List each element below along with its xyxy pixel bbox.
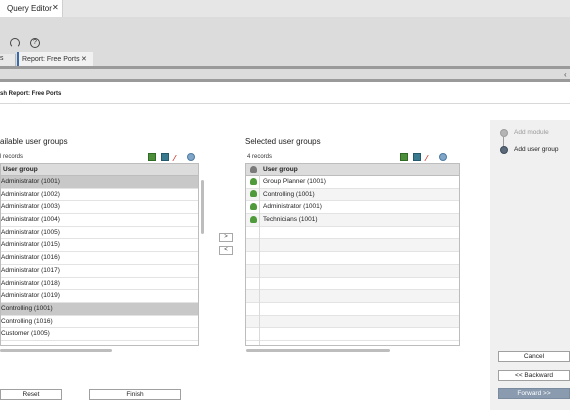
csv-export-icon[interactable]	[412, 153, 421, 161]
available-groups-title: ailable user groups	[0, 137, 68, 146]
user-group-label: Controlling (1016)	[1, 317, 53, 325]
toolbar	[0, 17, 570, 80]
horizontal-scrollbar[interactable]	[246, 349, 390, 352]
wizard-steps-panel	[490, 120, 570, 410]
backward-button[interactable]: << Backward	[498, 370, 570, 381]
wizard-title: sh Report: Free Ports	[0, 91, 62, 97]
refresh-icon[interactable]	[10, 38, 20, 48]
user-group-label: Customer (1005)	[1, 330, 50, 338]
user-group-label: Administrator (1002)	[1, 190, 60, 198]
divider	[0, 79, 570, 82]
available-record-count: l records	[0, 154, 24, 160]
table-row[interactable]: Administrator (1018)	[1, 278, 198, 291]
user-group-label: Administrator (1015)	[1, 241, 60, 249]
chevron-left-icon[interactable]: ‹	[564, 70, 567, 79]
available-groups-grid: User group Administrator (1001) Administr…	[0, 163, 199, 346]
table-row[interactable]: Administrator (1002)	[1, 189, 198, 202]
table-row[interactable]: Controlling (1001)	[1, 302, 198, 316]
column-header-label: User group	[3, 166, 38, 173]
table-row[interactable]: Administrator (1001)	[1, 176, 198, 189]
empty-row	[246, 303, 459, 316]
selected-groups-grid: User group Group Planner (1001) Controlli…	[245, 163, 460, 346]
table-row[interactable]: Technicians (1001)	[246, 214, 459, 227]
table-row[interactable]: Customer (1005)	[1, 328, 198, 341]
step-done-icon	[500, 129, 508, 137]
tab-report-free-ports-label: Report: Free Ports	[22, 56, 80, 63]
horizontal-scrollbar[interactable]	[0, 349, 112, 352]
table-row[interactable]: Administrator (1003)	[1, 201, 198, 215]
tab-strip	[0, 0, 570, 17]
tab-query-editor-label: Query Editor	[7, 4, 52, 13]
table-row[interactable]: Controlling (1016)	[1, 316, 198, 329]
reset-button[interactable]: Reset	[0, 389, 62, 400]
selected-groups-title: Selected user groups	[245, 137, 321, 146]
user-group-label: Administrator (1019)	[1, 292, 60, 300]
column-header-label: User group	[263, 166, 298, 173]
divider	[0, 66, 570, 69]
selected-record-count: 4 records	[247, 154, 273, 160]
user-group-label: Administrator (1001)	[1, 178, 60, 185]
pdf-export-icon[interactable]: ⁄	[426, 155, 434, 163]
empty-row	[246, 315, 459, 329]
empty-row	[246, 278, 459, 291]
icon-column	[246, 164, 260, 345]
finish-button[interactable]: Finish	[89, 389, 181, 400]
csv-export-icon[interactable]	[160, 153, 169, 161]
cancel-button[interactable]: Cancel	[498, 351, 570, 362]
table-row[interactable]: Group Planner (1001)	[246, 176, 459, 189]
move-left-button[interactable]: <	[219, 246, 233, 255]
help-icon[interactable]: ?	[30, 38, 40, 48]
user-group-label: Administrator (1005)	[1, 228, 60, 236]
empty-row	[246, 264, 459, 278]
forward-button[interactable]: Forward >>	[498, 388, 570, 399]
available-rows: Administrator (1001) Administrator (1002)…	[1, 176, 198, 341]
empty-row	[246, 239, 459, 253]
export-toolbar: ⁄	[148, 153, 208, 171]
user-group-label: Administrator (1004)	[1, 216, 60, 224]
empty-row	[246, 290, 459, 303]
table-row[interactable]: Administrator (1015)	[1, 239, 198, 253]
user-group-label: Controlling (1001)	[1, 304, 53, 312]
table-row[interactable]: Controlling (1001)	[246, 188, 459, 202]
tab-previous-label: s	[0, 55, 4, 62]
close-icon[interactable]: ✕	[52, 3, 59, 12]
column-header[interactable]: User group	[246, 164, 459, 176]
step-add-user-group[interactable]: Add user group	[514, 146, 558, 153]
user-group-label: Administrator (1017)	[1, 266, 60, 274]
user-group-label: Administrator (1001)	[263, 203, 322, 211]
move-right-button[interactable]: >	[219, 233, 233, 242]
table-row[interactable]: Administrator (1001)	[246, 201, 459, 215]
selected-rows: Group Planner (1001) Controlling (1001) Ad…	[246, 176, 459, 341]
excel-export-icon[interactable]	[148, 153, 156, 161]
empty-row	[246, 328, 459, 341]
user-group-label: Administrator (1016)	[1, 254, 60, 262]
step-current-icon	[500, 146, 508, 154]
user-group-label: Administrator (1003)	[1, 203, 60, 211]
empty-row	[246, 252, 459, 265]
web-export-icon[interactable]	[186, 153, 195, 161]
pdf-export-icon[interactable]: ⁄	[174, 155, 182, 163]
close-icon[interactable]: ✕	[81, 55, 87, 63]
user-group-label: Group Planner (1001)	[263, 178, 326, 185]
user-group-label: Administrator (1018)	[1, 279, 60, 287]
user-group-label: Controlling (1001)	[263, 190, 315, 198]
table-row[interactable]: Administrator (1016)	[1, 252, 198, 265]
web-export-icon[interactable]	[438, 153, 447, 161]
table-row[interactable]: Administrator (1017)	[1, 265, 198, 278]
table-row[interactable]: Administrator (1019)	[1, 290, 198, 303]
table-row[interactable]: Administrator (1004)	[1, 214, 198, 227]
empty-row	[246, 227, 459, 240]
export-toolbar: ⁄	[400, 153, 460, 171]
excel-export-icon[interactable]	[400, 153, 408, 161]
table-row[interactable]: Administrator (1005)	[1, 227, 198, 240]
vertical-scrollbar[interactable]	[201, 180, 204, 234]
column-header[interactable]: User group	[1, 164, 198, 176]
step-add-module[interactable]: Add module	[514, 129, 549, 136]
divider	[0, 103, 570, 104]
user-group-label: Technicians (1001)	[263, 216, 318, 224]
